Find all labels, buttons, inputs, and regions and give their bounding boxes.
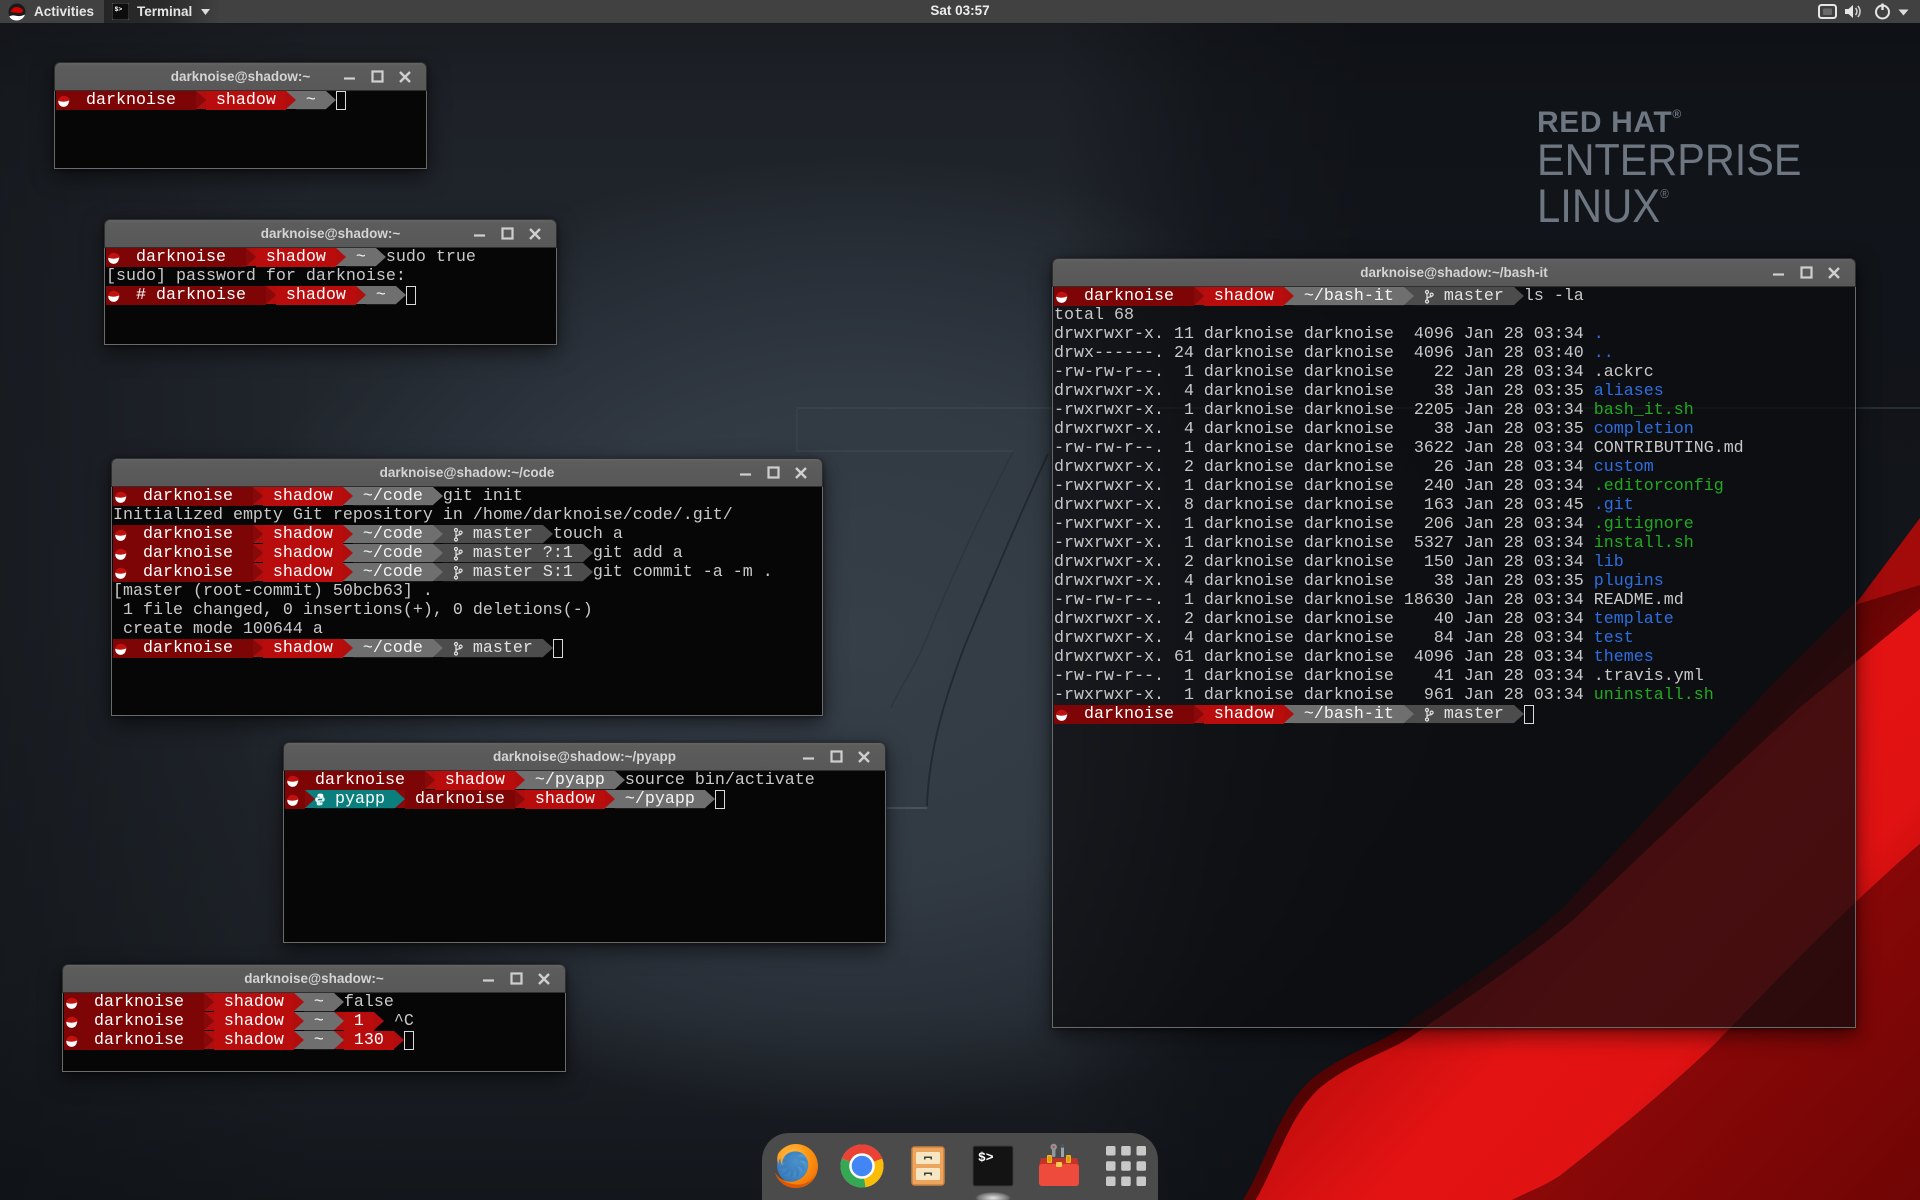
svg-text:$>: $>: [978, 1150, 994, 1165]
